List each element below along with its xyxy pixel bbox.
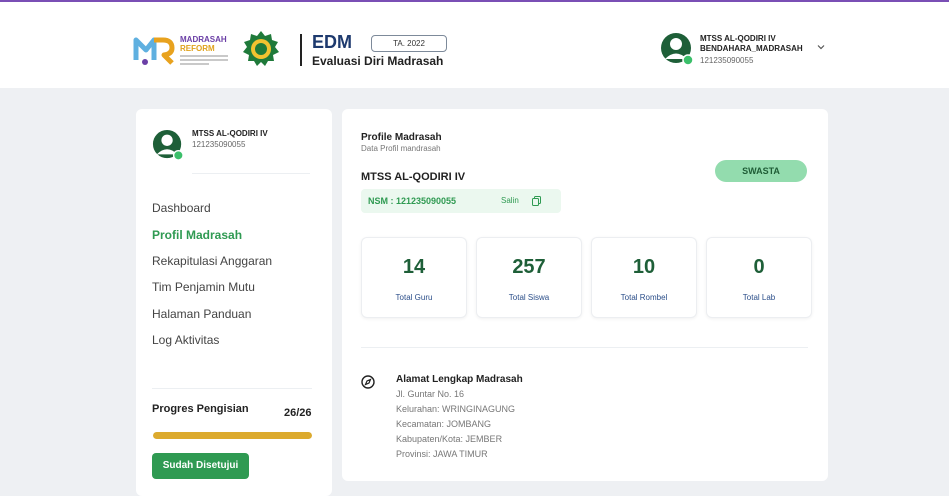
stat-card-total-siswa: 257 Total Siswa <box>476 237 582 318</box>
page-subtitle: Data Profil mandrasah <box>361 144 441 153</box>
stat-value: 14 <box>402 256 426 278</box>
profile-panel: Profile Madrasah Data Profil mandrasah S… <box>342 109 828 481</box>
user-name: MTSS AL-QODIRI IV <box>700 34 776 43</box>
status-badge: SWASTA <box>715 160 807 182</box>
approved-status-button[interactable]: Sudah Disetujui <box>152 453 249 479</box>
section-divider <box>361 347 808 348</box>
compass-icon <box>361 375 375 389</box>
address-line: Kabupaten/Kota: JEMBER <box>396 434 503 444</box>
madrasah-reform-logo-icon[interactable] <box>133 32 175 66</box>
sidebar-item-profil-madrasah[interactable]: Profil Madrasah <box>152 228 242 242</box>
address-title: Alamat Lengkap Madrasah <box>396 374 523 385</box>
stat-label: Total Lab <box>742 293 776 302</box>
sidebar-school-name: MTSS AL-QODIRI IV <box>192 129 268 138</box>
user-avatar-icon[interactable] <box>660 32 694 66</box>
sidebar-item-dashboard[interactable]: Dashboard <box>152 201 211 215</box>
user-role: BENDAHARA_MADRASAH <box>700 44 803 53</box>
stat-label: Total Guru <box>395 293 433 302</box>
sidebar-divider <box>192 173 310 174</box>
page-title: Profile Madrasah <box>361 132 442 143</box>
logo-tagline <box>180 55 228 67</box>
user-account-menu[interactable]: MTSS AL-QODIRI IV BENDAHARA_MADRASAH <box>700 34 803 54</box>
stat-label: Total Siswa <box>508 293 550 302</box>
address-line: Kecamatan: JOMBANG <box>396 419 492 429</box>
app-title: EDM <box>312 32 352 52</box>
nsm-box: NSM : 121235090055 Salin <box>361 189 561 213</box>
sidebar-divider-bottom <box>152 388 312 389</box>
sidebar-item-rekapitulasi-anggaran[interactable]: Rekapitulasi Anggaran <box>152 254 272 268</box>
school-name: MTSS AL-QODIRI IV <box>361 171 466 183</box>
sidebar-school-id: 121235090055 <box>192 140 246 149</box>
sidebar-item-halaman-panduan[interactable]: Halaman Panduan <box>152 307 251 321</box>
kemenag-emblem-icon <box>243 31 279 66</box>
app-subtitle: Evaluasi Diri Madrasah <box>312 54 444 68</box>
stat-value: 0 <box>753 256 765 278</box>
progress-bar <box>153 432 312 439</box>
header-divider <box>300 34 302 66</box>
progress-count: 26/26 <box>284 407 312 419</box>
chevron-down-icon[interactable] <box>817 43 825 51</box>
logo-wordmark: MADRASAH REFORM <box>180 35 227 53</box>
address-line: Kelurahan: WRINGINAGUNG <box>396 404 516 414</box>
sidebar-item-log-aktivitas[interactable]: Log Aktivitas <box>152 333 219 347</box>
stat-card-total-guru: 14 Total Guru <box>361 237 467 318</box>
copy-icon[interactable] <box>532 196 541 206</box>
address-line: Jl. Guntar No. 16 <box>396 389 465 399</box>
copy-button[interactable]: Salin <box>501 196 519 205</box>
stat-value: 257 <box>512 256 546 278</box>
user-id: 121235090055 <box>700 56 754 65</box>
progress-bar-fill <box>153 432 312 439</box>
stat-card-total-rombel: 10 Total Rombel <box>591 237 697 318</box>
year-badge: TA. 2022 <box>371 35 447 52</box>
school-avatar-icon <box>152 129 184 161</box>
app-header: MADRASAH REFORM EDM TA. 2022 Evaluasi Di… <box>0 2 949 88</box>
stat-card-total-lab: 0 Total Lab <box>706 237 812 318</box>
stat-label: Total Rombel <box>620 293 668 302</box>
stat-value: 10 <box>632 256 656 278</box>
progress-label: Progres Pengisian <box>152 403 249 415</box>
sidebar-item-tim-penjamin-mutu[interactable]: Tim Penjamin Mutu <box>152 280 255 294</box>
address-line: Provinsi: JAWA TIMUR <box>396 449 488 459</box>
sidebar: MTSS AL-QODIRI IV 121235090055 Dashboard… <box>136 109 332 496</box>
nsm-value: NSM : 121235090055 <box>368 196 457 206</box>
